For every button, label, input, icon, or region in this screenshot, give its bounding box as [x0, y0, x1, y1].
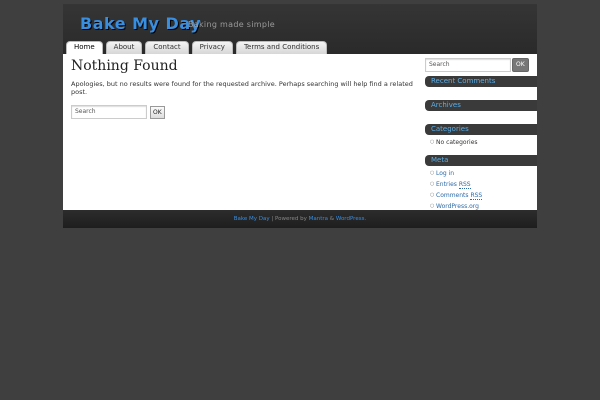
- widget-meta: Meta ○ Log in ○ Entries RSS ○ Comments RSS …: [425, 155, 537, 215]
- widget-body-recent-comments: [425, 87, 537, 96]
- sidebar-search-form: Search OK: [425, 58, 537, 72]
- widget-body-meta: ○ Log in ○ Entries RSS ○ Comments RSS ○ Word…: [425, 166, 537, 215]
- page-wrapper: Bake My Day Baking made simple Home Abou…: [63, 4, 537, 228]
- footer-site-link[interactable]: Bake My Day: [234, 216, 270, 222]
- menu-item-privacy[interactable]: Privacy: [191, 41, 233, 54]
- footer-powered-text: | Powered by: [269, 216, 309, 222]
- comments-prefix: Comments: [436, 192, 471, 199]
- meta-login-link[interactable]: Log in: [436, 170, 454, 177]
- meta-wordpress-link[interactable]: WordPress.org: [436, 203, 479, 210]
- site-description: Baking made simple: [188, 20, 275, 29]
- widget-archives: Archives: [425, 100, 537, 120]
- site-title[interactable]: Bake My Day: [80, 14, 201, 33]
- category-empty-label: No categories: [436, 139, 478, 146]
- content-area: Nothing Found Apologies, but no results …: [71, 58, 416, 119]
- menu-item-about[interactable]: About: [105, 41, 143, 54]
- footer-theme-link[interactable]: Mantra: [309, 216, 328, 222]
- widget-categories: Categories ○ No categories: [425, 124, 537, 151]
- menu-item-terms[interactable]: Terms and Conditions: [235, 41, 328, 54]
- menu-item-contact[interactable]: Contact: [145, 41, 189, 54]
- main-area: Nothing Found Apologies, but no results …: [63, 54, 537, 210]
- entries-abbr: RSS: [458, 181, 471, 189]
- sidebar-search-input[interactable]: Search: [425, 58, 511, 72]
- content-search-button[interactable]: OK: [150, 105, 165, 119]
- widget-recent-comments: Recent Comments: [425, 76, 537, 96]
- widget-title-categories: Categories: [425, 124, 537, 135]
- widget-title-meta: Meta: [425, 155, 537, 166]
- widget-title-archives: Archives: [425, 100, 537, 111]
- list-item: ○ Entries RSS: [430, 179, 537, 190]
- content-search-input[interactable]: Search: [71, 105, 147, 119]
- comments-abbr: RSS: [470, 192, 483, 200]
- widget-title-recent-comments: Recent Comments: [425, 76, 537, 87]
- no-results-message: Apologies, but no results were found for…: [71, 80, 413, 96]
- sidebar-search-button[interactable]: OK: [512, 58, 529, 72]
- widget-body-categories: ○ No categories: [425, 135, 537, 151]
- bullet-icon: ○: [430, 170, 435, 176]
- bullet-icon: ○: [430, 181, 435, 187]
- list-item: ○ No categories: [430, 137, 537, 148]
- list-item: ○ Comments RSS: [430, 190, 537, 201]
- sidebar: Search OK Recent Comments Archives Categ…: [425, 58, 537, 215]
- meta-comments-rss-link[interactable]: Comments RSS: [436, 192, 483, 200]
- footer-and-text: &: [328, 216, 336, 222]
- meta-entries-rss-link[interactable]: Entries RSS: [436, 181, 471, 189]
- bullet-icon: ○: [430, 192, 435, 198]
- main-menu: Home About Contact Privacy Terms and Con…: [66, 41, 328, 54]
- widget-body-archives: [425, 111, 537, 120]
- bullet-icon: ○: [430, 203, 435, 209]
- site-header: Bake My Day Baking made simple Home Abou…: [63, 4, 537, 54]
- menu-item-home[interactable]: Home: [66, 41, 103, 54]
- entries-prefix: Entries: [436, 181, 459, 188]
- list-item: ○ WordPress.org: [430, 201, 537, 212]
- footer-wordpress-link[interactable]: WordPress.: [336, 216, 366, 222]
- bullet-icon: ○: [430, 139, 435, 145]
- content-search-form: Search OK: [71, 105, 416, 119]
- page-title: Nothing Found: [71, 58, 178, 74]
- list-item: ○ Log in: [430, 168, 537, 179]
